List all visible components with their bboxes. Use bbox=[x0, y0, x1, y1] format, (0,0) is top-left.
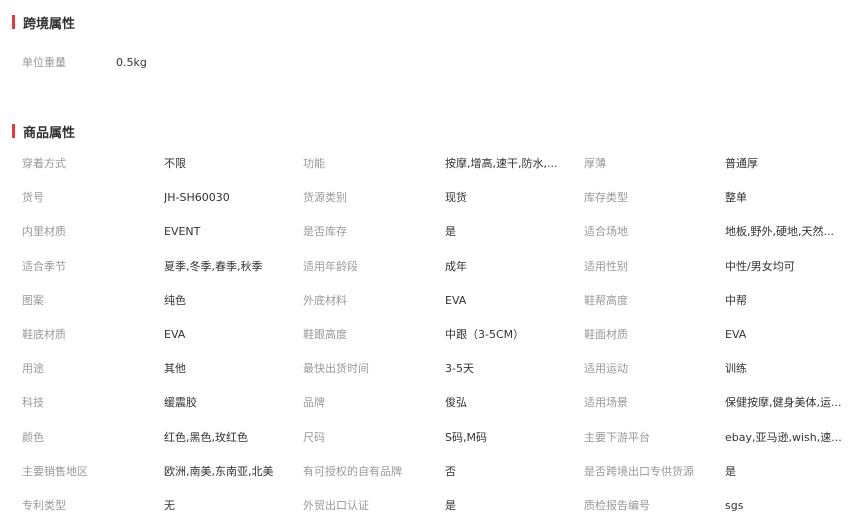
attr-label: 适用场景 bbox=[584, 396, 628, 409]
attr-value: 俊弘 bbox=[445, 396, 467, 409]
attr-label: 货号 bbox=[22, 191, 44, 204]
attr-value: JH-SH60030 bbox=[164, 191, 230, 204]
attr-label: 是否跨境出口专供货源 bbox=[584, 465, 694, 478]
attr-value: 不限 bbox=[164, 157, 186, 170]
attr-label: 尺码 bbox=[303, 431, 325, 444]
attr-value: 是 bbox=[725, 465, 736, 478]
attr-value: 训练 bbox=[725, 362, 747, 375]
attr-value: sgs bbox=[725, 499, 744, 512]
attr-value: 否 bbox=[445, 465, 456, 478]
attr-value: 成年 bbox=[445, 260, 467, 273]
attr-label: 颜色 bbox=[22, 431, 44, 444]
attr-value: 3-5天 bbox=[445, 362, 474, 375]
attr-label: 货源类别 bbox=[303, 191, 347, 204]
attr-label: 质检报告编号 bbox=[584, 499, 650, 512]
attr-value: EVA bbox=[445, 294, 467, 307]
attr-label: 外底材料 bbox=[303, 294, 347, 307]
cross-border-section-title: 跨境属性 bbox=[12, 14, 76, 32]
attr-label: 适用性别 bbox=[584, 260, 628, 273]
attr-label: 鞋面材质 bbox=[584, 328, 628, 341]
attr-label: 科技 bbox=[22, 396, 44, 409]
title-accent-bar bbox=[12, 124, 15, 138]
attr-label: 鞋底材质 bbox=[22, 328, 66, 341]
attr-label: 适合场地 bbox=[584, 225, 628, 238]
section-heading: 商品属性 bbox=[23, 125, 76, 141]
attr-label: 适用运动 bbox=[584, 362, 628, 375]
attr-label: 有可授权的自有品牌 bbox=[303, 465, 402, 478]
attr-value: 整单 bbox=[725, 191, 747, 204]
attr-value: 中跟（3-5CM） bbox=[445, 328, 525, 341]
attr-label: 厚薄 bbox=[584, 157, 606, 170]
attr-value: 欧洲,南美,东南亚,北美 bbox=[164, 465, 274, 478]
attr-value: 是 bbox=[445, 225, 456, 238]
attr-value: S码,M码 bbox=[445, 431, 487, 444]
attr-label: 是否库存 bbox=[303, 225, 347, 238]
attr-value: 是 bbox=[445, 499, 456, 512]
attr-value: 按摩,增高,速干,防水,... bbox=[445, 157, 558, 170]
attr-value: EVA bbox=[164, 328, 186, 341]
product-attrs-section-title: 商品属性 bbox=[12, 123, 76, 141]
attr-label: 鞋帮高度 bbox=[584, 294, 628, 307]
attr-label: 功能 bbox=[303, 157, 325, 170]
attr-label: 主要下游平台 bbox=[584, 431, 650, 444]
attr-label: 主要销售地区 bbox=[22, 465, 88, 478]
attr-label: 适用年龄段 bbox=[303, 260, 358, 273]
attr-value: 普通厚 bbox=[725, 157, 758, 170]
attr-value: 中性/男女均可 bbox=[725, 260, 795, 273]
attr-value: 地板,野外,硬地,天然... bbox=[725, 225, 834, 238]
attr-label: 适合季节 bbox=[22, 260, 66, 273]
attr-value: 红色,黑色,玫红色 bbox=[164, 431, 248, 444]
attr-value: EVENT bbox=[164, 225, 201, 238]
attr-value: 中帮 bbox=[725, 294, 747, 307]
title-accent-bar bbox=[12, 15, 15, 29]
attr-label: 最快出货时间 bbox=[303, 362, 369, 375]
attr-value: 现货 bbox=[445, 191, 467, 204]
attr-value: 0.5kg bbox=[116, 56, 147, 69]
attr-label: 内里材质 bbox=[22, 225, 66, 238]
attr-value: EVA bbox=[725, 328, 747, 341]
attr-value: 缓震胶 bbox=[164, 396, 197, 409]
attr-value: 纯色 bbox=[164, 294, 186, 307]
attr-label: 专利类型 bbox=[22, 499, 66, 512]
attr-label: 图案 bbox=[22, 294, 44, 307]
attr-label: 外贸出口认证 bbox=[303, 499, 369, 512]
section-heading: 跨境属性 bbox=[23, 16, 76, 32]
attr-value: 夏季,冬季,春季,秋季 bbox=[164, 260, 263, 273]
attr-label: 用途 bbox=[22, 362, 44, 375]
attr-label: 单位重量 bbox=[22, 56, 66, 69]
attr-value: 保健按摩,健身美体,运... bbox=[725, 396, 842, 409]
attr-label: 库存类型 bbox=[584, 191, 628, 204]
attr-label: 鞋跟高度 bbox=[303, 328, 347, 341]
attr-value: 无 bbox=[164, 499, 175, 512]
attr-value: ebay,亚马逊,wish,速... bbox=[725, 431, 842, 444]
attr-label: 穿着方式 bbox=[22, 157, 66, 170]
attr-value: 其他 bbox=[164, 362, 186, 375]
attr-label: 品牌 bbox=[303, 396, 325, 409]
